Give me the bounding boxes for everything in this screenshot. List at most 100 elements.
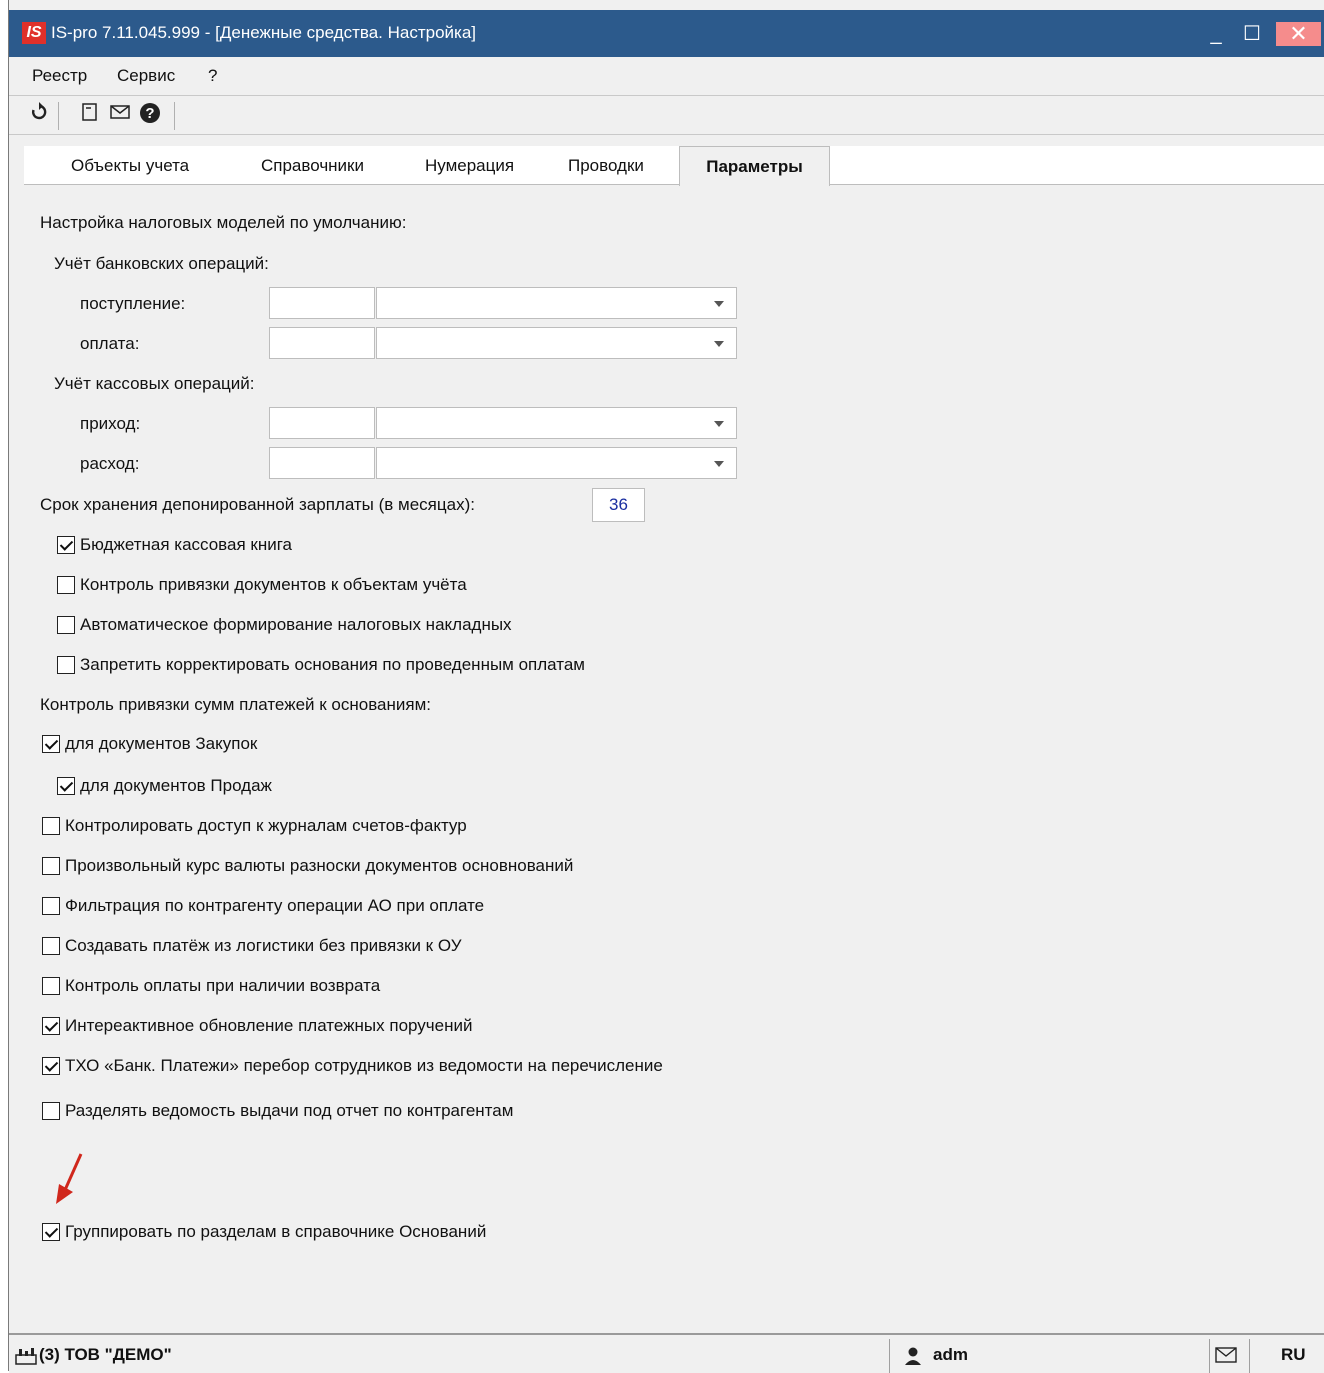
checkbox-label: Интереактивное обновление платежных пору… xyxy=(65,1016,473,1035)
checkbox-label: Разделять ведомость выдачи под отчет по … xyxy=(65,1101,514,1120)
user-name: adm xyxy=(933,1345,968,1364)
checkbox-box[interactable] xyxy=(42,1223,60,1241)
checkbox-split-statement[interactable]: Разделять ведомость выдачи под отчет по … xyxy=(42,1099,513,1123)
factory-icon xyxy=(15,1348,37,1365)
checkbox-control-binding[interactable]: Контроль привязки документов к объектам … xyxy=(57,573,467,597)
menu-registry[interactable]: Реестр xyxy=(32,66,87,86)
checkbox-sales[interactable]: для документов Продаж xyxy=(57,774,272,798)
checkbox-group-by-sections[interactable]: Группировать по разделам в справочнике О… xyxy=(42,1220,486,1244)
menu-help[interactable]: ? xyxy=(208,66,217,86)
checkbox-label: Бюджетная кассовая книга xyxy=(80,535,293,554)
checkbox-box[interactable] xyxy=(42,817,60,835)
checkbox-box[interactable] xyxy=(57,536,75,554)
user-icon xyxy=(905,1347,921,1365)
checkbox-box[interactable] xyxy=(57,777,75,795)
menu-bar: Реестр Сервис ? xyxy=(9,57,1324,96)
bank-receipt-select[interactable] xyxy=(376,287,737,319)
checkbox-budget-cash-book[interactable]: Бюджетная кассовая книга xyxy=(57,533,292,557)
tab-postings[interactable]: Проводки xyxy=(568,156,644,176)
checkbox-purchases[interactable]: для документов Закупок xyxy=(42,732,257,756)
checkbox-box[interactable] xyxy=(57,616,75,634)
status-separator xyxy=(889,1339,890,1373)
cash-income-select[interactable] xyxy=(376,407,737,439)
red-arrow-icon xyxy=(56,1153,83,1204)
checkbox-box[interactable] xyxy=(57,576,75,594)
document-icon[interactable] xyxy=(77,102,103,128)
bank-payment-code-input[interactable] xyxy=(269,327,375,359)
tax-models-heading: Настройка налоговых моделей по умолчанию… xyxy=(40,213,407,232)
deposit-term-input[interactable]: 36 xyxy=(592,488,645,522)
toolbar-separator xyxy=(174,102,175,130)
checkbox-box[interactable] xyxy=(57,656,75,674)
mail-icon[interactable] xyxy=(1215,1347,1237,1363)
chevron-down-icon xyxy=(714,421,724,427)
checkbox-filter-ao[interactable]: Фильтрация по контрагенту операции АО пр… xyxy=(42,894,484,918)
checkbox-box[interactable] xyxy=(42,1017,60,1035)
tab-accounting-objects[interactable]: Объекты учета xyxy=(71,156,189,176)
checkbox-label: Контроль привязки документов к объектам … xyxy=(80,575,467,594)
cash-operations-heading: Учёт кассовых операций: xyxy=(54,374,255,393)
checkbox-label: Контролировать доступ к журналам счетов-… xyxy=(65,816,467,835)
status-bar: (3) ТОВ "ДЕМО" adm RU xyxy=(9,1333,1324,1373)
checkbox-label: для документов Закупок xyxy=(65,734,258,753)
status-separator xyxy=(1209,1339,1210,1373)
checkbox-forbid-edit[interactable]: Запретить корректировать основания по пр… xyxy=(57,653,585,677)
maximize-button[interactable]: ☐ xyxy=(1237,22,1267,46)
checkbox-label: Фильтрация по контрагенту операции АО пр… xyxy=(65,896,485,915)
chevron-down-icon xyxy=(714,461,724,467)
checkbox-txo-bank-payments[interactable]: ТХО «Банк. Платежи» перебор сотрудников … xyxy=(42,1054,663,1078)
checkbox-invoice-journals[interactable]: Контролировать доступ к журналам счетов-… xyxy=(42,814,467,838)
checkbox-box[interactable] xyxy=(42,735,60,753)
checkbox-box[interactable] xyxy=(42,977,60,995)
chevron-down-icon xyxy=(714,341,724,347)
window-title: IS-pro 7.11.045.999 - [Денежные средства… xyxy=(51,23,477,42)
tab-strip-background xyxy=(24,146,1324,185)
title-bar: IS IS-pro 7.11.045.999 - [Денежные средс… xyxy=(9,10,1324,57)
checkbox-label: Контроль оплаты при наличии возврата xyxy=(65,976,381,995)
tab-strip: Объекты учета Справочники Нумерация Пров… xyxy=(9,134,1324,188)
checkbox-return-control[interactable]: Контроль оплаты при наличии возврата xyxy=(42,974,380,998)
app-window: IS IS-pro 7.11.045.999 - [Денежные средс… xyxy=(8,0,1324,1373)
company-name: (3) ТОВ "ДЕМО" xyxy=(39,1345,172,1364)
checkbox-label: для документов Продаж xyxy=(80,776,272,795)
payment-control-heading: Контроль привязки сумм платежей к основа… xyxy=(40,695,431,714)
cash-expense-label: расход: xyxy=(80,454,140,473)
menu-service[interactable]: Сервис xyxy=(117,66,175,86)
tab-directories[interactable]: Справочники xyxy=(261,156,364,176)
toolbar: ? xyxy=(9,96,1324,135)
bank-receipt-label: поступление: xyxy=(80,294,186,313)
checkbox-label: Автоматическое формирование налоговых на… xyxy=(80,615,512,634)
cash-expense-select[interactable] xyxy=(376,447,737,479)
checkbox-box[interactable] xyxy=(42,1057,60,1075)
cash-income-label: приход: xyxy=(80,414,141,433)
svg-text:?: ? xyxy=(145,105,154,122)
help-icon[interactable]: ? xyxy=(137,102,163,128)
cash-expense-code-input[interactable] xyxy=(269,447,375,479)
checkbox-arbitrary-rate[interactable]: Произвольный курс валюты разноски докуме… xyxy=(42,854,573,878)
tab-numbering[interactable]: Нумерация xyxy=(425,156,514,176)
checkbox-interactive-update[interactable]: Интереактивное обновление платежных пору… xyxy=(42,1014,472,1038)
checkbox-box[interactable] xyxy=(42,857,60,875)
tab-parameters[interactable]: Параметры xyxy=(679,146,830,186)
app-logo-icon: IS xyxy=(22,22,46,44)
bank-receipt-code-input[interactable] xyxy=(269,287,375,319)
mail-icon[interactable] xyxy=(107,102,133,128)
chevron-down-icon xyxy=(714,301,724,307)
bank-operations-heading: Учёт банковских операций: xyxy=(54,254,269,273)
status-separator xyxy=(1249,1339,1250,1373)
minimize-button[interactable]: _ xyxy=(1201,22,1231,46)
checkbox-auto-tax-invoices[interactable]: Автоматическое формирование налоговых на… xyxy=(57,613,512,637)
checkbox-box[interactable] xyxy=(42,897,60,915)
close-button[interactable]: ✕ xyxy=(1276,22,1321,46)
cash-income-code-input[interactable] xyxy=(269,407,375,439)
language-indicator[interactable]: RU xyxy=(1281,1345,1306,1365)
checkbox-label: Создавать платёж из логистики без привяз… xyxy=(65,936,462,955)
bank-payment-label: оплата: xyxy=(80,334,140,353)
refresh-icon[interactable] xyxy=(26,102,52,128)
checkbox-logistics-payment[interactable]: Создавать платёж из логистики без привяз… xyxy=(42,934,462,958)
checkbox-box[interactable] xyxy=(42,1102,60,1120)
checkbox-label: Группировать по разделам в справочнике О… xyxy=(65,1222,487,1241)
checkbox-label: ТХО «Банк. Платежи» перебор сотрудников … xyxy=(65,1056,663,1075)
bank-payment-select[interactable] xyxy=(376,327,737,359)
checkbox-box[interactable] xyxy=(42,937,60,955)
